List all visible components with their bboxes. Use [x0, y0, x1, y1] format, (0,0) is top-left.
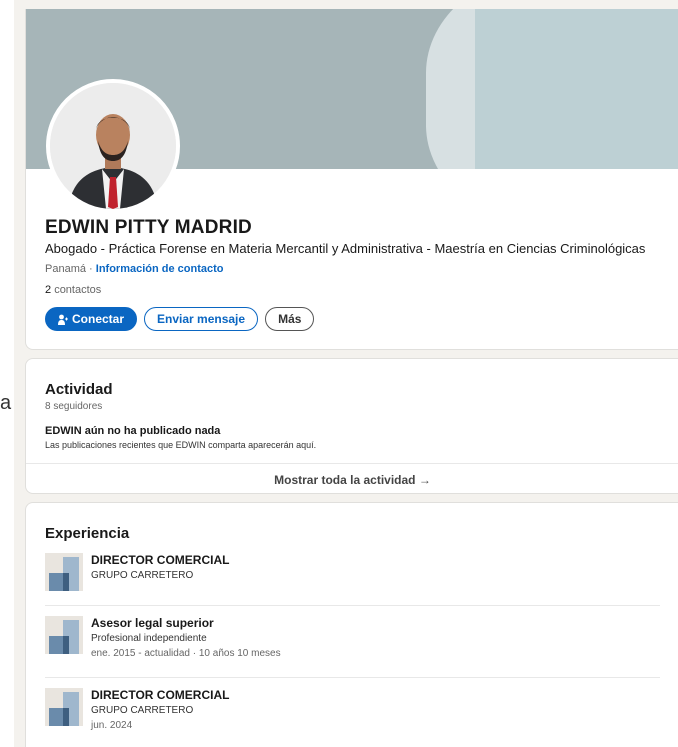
- company-logo-icon: [45, 616, 83, 654]
- connect-label: Conectar: [72, 312, 125, 326]
- divider: [45, 677, 660, 678]
- add-person-icon: [58, 314, 68, 325]
- more-button[interactable]: Más: [265, 307, 315, 331]
- contact-info-link[interactable]: Información de contacto: [96, 263, 224, 275]
- location-separator: ·: [85, 263, 96, 275]
- divider: [45, 605, 660, 606]
- left-clipped-text: a: [0, 392, 12, 414]
- experience-title-text: DIRECTOR COMERCIAL: [91, 688, 230, 702]
- experience-title-text: DIRECTOR COMERCIAL: [91, 553, 230, 567]
- connections-label: contactos: [54, 284, 102, 296]
- experience-company: GRUPO CARRETERO: [91, 570, 194, 581]
- show-all-activity-label: Mostrar toda la actividad: [274, 472, 416, 487]
- experience-company: Profesional independiente: [91, 633, 207, 644]
- left-page-edge: [0, 0, 14, 747]
- experience-card: Experiencia DIRECTOR COMERCIAL GRUPO CAR…: [25, 502, 678, 747]
- connections-number: 2: [45, 284, 52, 296]
- profile-card: EDWIN PITTY MADRID Abogado - Práctica Fo…: [25, 9, 678, 350]
- experience-title-text: Asesor legal superior: [91, 616, 214, 630]
- connections-count[interactable]: 2 contactos: [45, 284, 101, 296]
- activity-empty-description: Las publicaciones recientes que EDWIN co…: [45, 440, 317, 450]
- activity-title: Actividad: [45, 381, 113, 398]
- profile-name: EDWIN PITTY MADRID: [45, 217, 252, 238]
- experience-company: GRUPO CARRETERO: [91, 705, 194, 716]
- arrow-right-icon: →: [418, 472, 431, 487]
- company-logo-icon: [45, 688, 83, 726]
- profile-location-line: Panamá · Información de contacto: [45, 263, 224, 275]
- company-logo-icon: [45, 553, 83, 591]
- show-all-activity-button[interactable]: Mostrar toda la actividad →: [26, 463, 678, 495]
- activity-card: Actividad 8 seguidores EDWIN aún no ha p…: [25, 358, 678, 494]
- experience-dates: jun. 2024: [91, 720, 133, 731]
- location-text: Panamá: [45, 263, 86, 275]
- profile-avatar[interactable]: [46, 79, 180, 213]
- followers-count[interactable]: 8 seguidores: [45, 401, 102, 412]
- activity-empty-title: EDWIN aún no ha publicado nada: [45, 425, 221, 437]
- person-photo-icon: [50, 83, 176, 209]
- profile-actions: Conectar Enviar mensaje Más: [45, 307, 315, 331]
- experience-title: Experiencia: [45, 525, 130, 542]
- profile-headline: Abogado - Práctica Forense en Materia Me…: [45, 241, 646, 256]
- connect-button[interactable]: Conectar: [45, 307, 138, 331]
- send-message-button[interactable]: Enviar mensaje: [144, 307, 259, 331]
- experience-dates: ene. 2015 - actualidad · 10 años 10 mese…: [91, 648, 281, 659]
